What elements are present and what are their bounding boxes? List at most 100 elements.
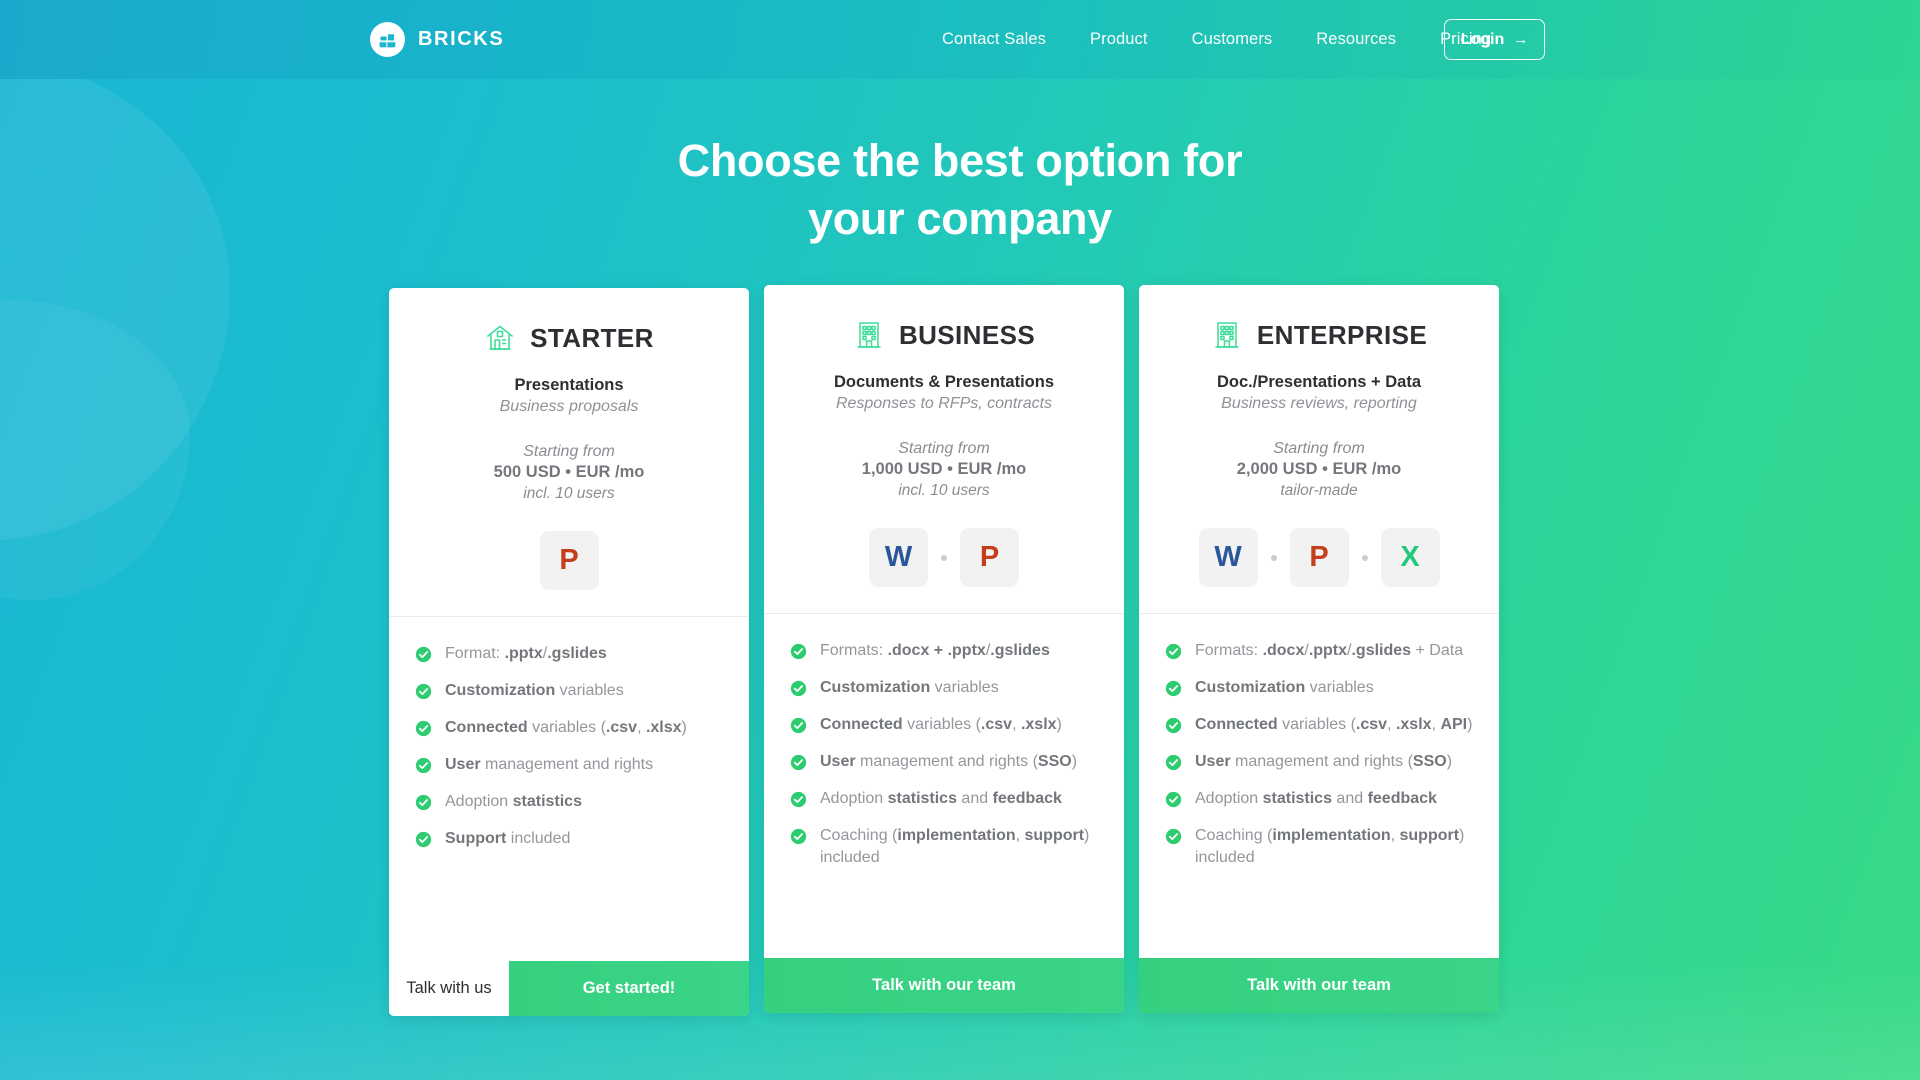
login-button-label: Login [1460, 30, 1505, 48]
office-building-icon [853, 319, 885, 351]
check-circle-icon [790, 754, 807, 771]
app-separator-dot [1270, 554, 1277, 561]
feature-label: User management and rights [445, 756, 654, 773]
feature-label: Format: .pptx/.gslides [445, 645, 607, 662]
word-icon: W [1198, 528, 1258, 587]
check-circle-icon [1165, 717, 1182, 734]
pricing-card-enterprise[interactable]: ENTERPRISE Doc./Presentations + Data Bus… [1139, 285, 1499, 1013]
feature-item: Format: .pptx/.gslides [415, 643, 725, 665]
check-circle-icon [790, 643, 807, 660]
supported-apps-starter: P [539, 531, 599, 590]
feature-item: Formats: .docx + .pptx/.gslides [790, 640, 1100, 662]
plan-title-row-business: BUSINESS [853, 319, 1035, 351]
page-title-line-2: your company [808, 193, 1112, 244]
feature-label: Connected variables (.csv, .xlsx) [445, 719, 687, 736]
card-header-enterprise: ENTERPRISE Doc./Presentations + Data Bus… [1139, 285, 1499, 614]
arrow-right-icon: → [1513, 31, 1529, 48]
word-icon: W [869, 528, 928, 587]
app-separator-dot [941, 554, 947, 561]
talk-with-us-button[interactable]: Talk with us [389, 961, 509, 1016]
plan-subtitle-business: Documents & Presentations [833, 373, 1055, 391]
pricing-card-starter[interactable]: STARTER Presentations Business proposals… [389, 288, 749, 1016]
supported-apps-enterprise: WPX [1198, 528, 1440, 587]
pricing-page: BRICKS Contact Sales Product Customers R… [0, 0, 1920, 1080]
check-circle-icon [790, 680, 807, 697]
price-from-label-business: Starting from [898, 440, 990, 457]
plan-name-starter: STARTER [530, 322, 654, 353]
check-circle-icon [790, 717, 807, 734]
price-amount-starter: 500 USD • EUR /mo [493, 463, 645, 481]
talk-with-our-team-button-enterprise[interactable]: Talk with our team [1139, 958, 1499, 1013]
plan-usecase-enterprise: Business reviews, reporting [1221, 395, 1417, 412]
login-button[interactable]: Login → [1444, 19, 1545, 60]
main-navigation: Contact Sales Product Customers Resource… [920, 22, 1513, 57]
check-circle-icon [1165, 680, 1182, 697]
plan-price-business: Starting from 1,000 USD • EUR /mo incl. … [862, 438, 1026, 501]
price-note-starter: incl. 10 users [523, 485, 615, 502]
check-circle-icon [790, 828, 807, 845]
plan-price-enterprise: Starting from 2,000 USD • EUR /mo tailor… [1237, 438, 1401, 501]
plan-subtitle-enterprise: Doc./Presentations + Data [1216, 373, 1422, 391]
feature-label: Customization variables [445, 682, 624, 699]
site-header: BRICKS Contact Sales Product Customers R… [0, 0, 1920, 79]
nav-item-contact-sales[interactable]: Contact Sales [920, 22, 1068, 57]
feature-item: User management and rights (SSO) [790, 751, 1100, 773]
nav-item-resources[interactable]: Resources [1294, 22, 1418, 57]
feature-item: Connected variables (.csv, .xlsx) [415, 717, 725, 739]
card-footer-business: Talk with our team [764, 958, 1124, 1013]
card-footer-enterprise: Talk with our team [1139, 958, 1499, 1013]
brand-logo[interactable]: BRICKS [370, 22, 504, 57]
nav-item-product[interactable]: Product [1068, 22, 1170, 57]
supported-apps-business: WP [869, 528, 1019, 587]
price-amount-business: 1,000 USD • EUR /mo [861, 460, 1027, 478]
feature-item: Customization variables [415, 680, 725, 702]
feature-item: Connected variables (.csv, .xslx, API) [1165, 714, 1475, 736]
feature-item: Coaching (implementation, support) inclu… [1165, 825, 1475, 869]
feature-item: Customization variables [1165, 677, 1475, 699]
check-circle-icon [415, 794, 432, 811]
feature-item: Connected variables (.csv, .xslx) [790, 714, 1100, 736]
plan-subtitle-starter: Presentations [514, 376, 624, 394]
feature-item: Adoption statistics and feedback [1165, 788, 1475, 810]
feature-label: Customization variables [820, 679, 999, 696]
check-circle-icon [415, 831, 432, 848]
feature-label: Adoption statistics and feedback [820, 790, 1062, 807]
card-header-business: BUSINESS Documents & Presentations Respo… [764, 285, 1124, 614]
feature-label: Adoption statistics and feedback [1195, 790, 1437, 807]
get-started-button[interactable]: Get started! [509, 961, 749, 1016]
nav-item-customers[interactable]: Customers [1170, 22, 1295, 57]
card-footer-starter: Talk with us Get started! [389, 961, 749, 1016]
feature-list-business: Formats: .docx + .pptx/.gslides Customiza… [764, 614, 1124, 958]
check-circle-icon [415, 683, 432, 700]
excel-icon: X [1380, 528, 1440, 587]
page-title: Choose the best option for your company [0, 132, 1920, 248]
feature-list-starter: Format: .pptx/.gslides Customization vari… [389, 617, 749, 961]
feature-label: Formats: .docx/.pptx/.gslides + Data [1195, 642, 1464, 659]
card-header-starter: STARTER Presentations Business proposals… [389, 288, 749, 617]
plan-name-enterprise: ENTERPRISE [1256, 319, 1428, 350]
feature-item: Support included [415, 828, 725, 850]
plan-usecase-starter: Business proposals [499, 398, 639, 415]
feature-item: Customization variables [790, 677, 1100, 699]
talk-with-our-team-button-business[interactable]: Talk with our team [764, 958, 1124, 1013]
powerpoint-icon: P [539, 531, 599, 590]
feature-list-enterprise: Formats: .docx/.pptx/.gslides + Data Cust… [1139, 614, 1499, 958]
house-icon [484, 322, 516, 354]
pricing-card-business[interactable]: BUSINESS Documents & Presentations Respo… [764, 285, 1124, 1013]
check-circle-icon [415, 757, 432, 774]
feature-item: Adoption statistics and feedback [790, 788, 1100, 810]
feature-item: Adoption statistics [415, 791, 725, 813]
feature-item: User management and rights [415, 754, 725, 776]
feature-label: Coaching (implementation, support) inclu… [820, 827, 1090, 866]
feature-label: Customization variables [1195, 679, 1374, 696]
feature-label: Adoption statistics [445, 793, 582, 810]
price-from-label-starter: Starting from [523, 443, 615, 460]
check-circle-icon [790, 791, 807, 808]
pricing-cards: STARTER Presentations Business proposals… [389, 285, 1561, 1016]
plan-usecase-business: Responses to RFPs, contracts [835, 395, 1053, 412]
feature-label: Support included [445, 830, 571, 847]
background-blob-decoration-secondary [0, 300, 190, 600]
price-from-label-enterprise: Starting from [1273, 440, 1365, 457]
check-circle-icon [1165, 791, 1182, 808]
feature-item: Coaching (implementation, support) inclu… [790, 825, 1100, 869]
